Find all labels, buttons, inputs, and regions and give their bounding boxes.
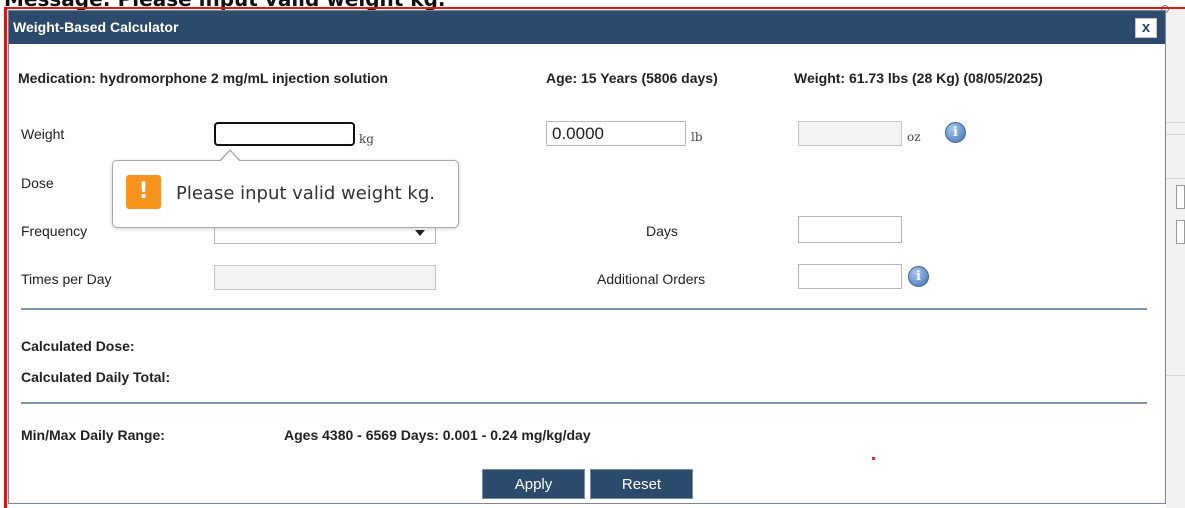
background-page [1166, 8, 1185, 508]
weight-info-label: Weight: 61.73 lbs (28 Kg) (08/05/2025) [794, 70, 1043, 86]
validation-tooltip: ! Please input valid weight kg. [112, 149, 459, 228]
min-max-label: Min/Max Daily Range: [21, 427, 165, 443]
background-divider [1166, 134, 1185, 135]
background-input [1176, 220, 1185, 244]
times-per-day-label: Times per Day [21, 271, 112, 287]
days-input[interactable] [798, 216, 902, 243]
dose-label: Dose [21, 175, 54, 191]
medication-label: Medication: hydromorphone 2 mg/mL inject… [18, 70, 388, 86]
calculated-daily-total-label: Calculated Daily Total: [21, 369, 171, 385]
chevron-down-icon [415, 230, 425, 236]
weight-lb-input[interactable] [546, 121, 686, 146]
additional-orders-label: Additional Orders [597, 271, 706, 287]
background-divider [1166, 375, 1185, 376]
min-max-value: Ages 4380 - 6569 Days: 0.001 - 0.24 mg/k… [284, 427, 591, 443]
weight-info-icon[interactable]: i [945, 122, 966, 143]
weight-kg-input[interactable] [214, 122, 355, 146]
tooltip-message: Please input valid weight kg. [176, 183, 435, 204]
tooltip-tail [220, 151, 240, 162]
background-divider [1166, 122, 1185, 123]
weight-calculator-dialog: Weight-Based Calculator x Medication: hy… [8, 10, 1166, 504]
weight-label: Weight [21, 126, 65, 142]
close-icon[interactable]: x [1135, 18, 1157, 38]
dialog-title: Weight-Based Calculator [13, 19, 179, 35]
frequency-label: Frequency [21, 223, 88, 239]
additional-orders-input[interactable] [798, 264, 902, 289]
reset-button[interactable]: Reset [590, 469, 693, 499]
weight-oz-input[interactable] [798, 121, 902, 146]
oz-unit-label: oz [907, 130, 921, 144]
divider [21, 308, 1147, 310]
age-label: Age: 15 Years (5806 days) [546, 70, 718, 86]
stray-mark [872, 457, 875, 460]
background-divider [1166, 178, 1185, 179]
dialog-title-bar: Weight-Based Calculator [9, 11, 1165, 44]
additional-orders-info-icon[interactable]: i [908, 266, 929, 287]
calculated-dose-label: Calculated Dose: [21, 338, 135, 354]
lb-unit-label: lb [691, 130, 703, 144]
divider [21, 402, 1147, 404]
warning-icon: ! [126, 175, 161, 209]
times-per-day-input[interactable] [214, 265, 436, 290]
kg-unit-label: kg [359, 132, 374, 146]
days-label: Days [646, 223, 678, 239]
apply-button[interactable]: Apply [482, 469, 585, 499]
background-input [1176, 185, 1185, 209]
